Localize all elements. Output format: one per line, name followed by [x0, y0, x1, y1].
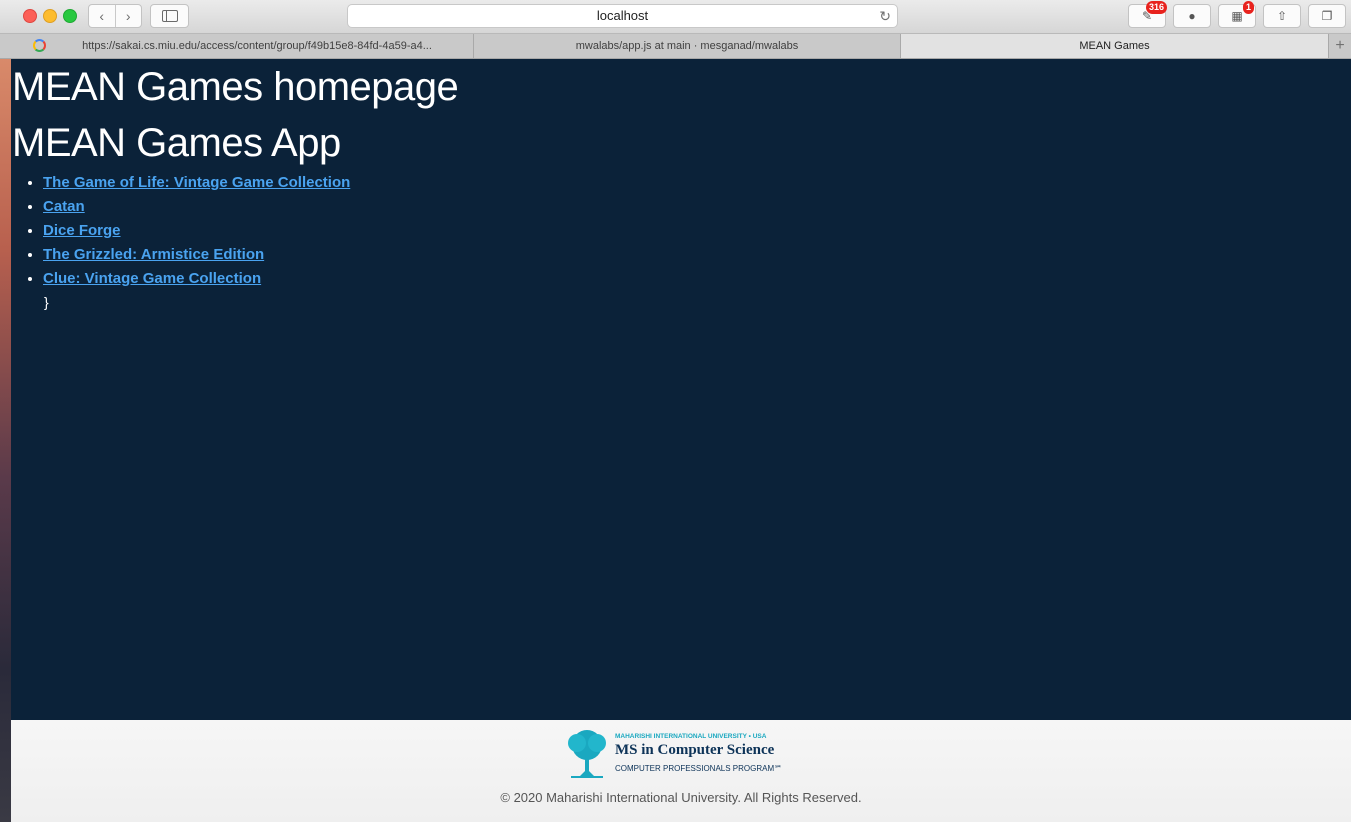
- navigation-buttons: ‹ ›: [88, 4, 142, 28]
- browser-window: ‹ › localhost ↻ ✎ 316 ● ▦ 1 ⇧ ❐ https://…: [0, 0, 1351, 822]
- game-link[interactable]: Clue: Vintage Game Collection: [43, 270, 261, 287]
- games-list: The Game of Life: Vintage Game Collectio…: [11, 171, 1351, 291]
- sidebar-toggle-button[interactable]: [150, 4, 189, 28]
- share-icon: ⇧: [1276, 9, 1288, 23]
- page-footer: MAHARISHI INTERNATIONAL UNIVERSITY • USA…: [11, 720, 1351, 822]
- maximize-window-button[interactable]: [63, 9, 77, 23]
- page-content: MEAN Games homepage MEAN Games App The G…: [11, 59, 1351, 720]
- list-item: Dice Forge: [43, 219, 1351, 243]
- chevron-right-icon: ›: [125, 8, 131, 24]
- app-title: MEAN Games App: [12, 121, 341, 165]
- extension-badge: 316: [1146, 1, 1168, 14]
- logo-university-text: MAHARISHI INTERNATIONAL UNIVERSITY • USA: [615, 733, 767, 740]
- gift-extension-button[interactable]: ▦ 1: [1218, 1, 1256, 28]
- close-window-button[interactable]: [23, 9, 37, 23]
- extension-button[interactable]: ✎ 316: [1128, 1, 1168, 28]
- chevron-left-icon: ‹: [99, 8, 105, 24]
- tab-bar: https://sakai.cs.miu.edu/access/content/…: [0, 34, 1351, 59]
- google-favicon-icon: [33, 39, 46, 52]
- reload-icon[interactable]: ↻: [879, 5, 891, 27]
- minimize-window-button[interactable]: [43, 9, 57, 23]
- tab-mean-games[interactable]: MEAN Games: [901, 34, 1329, 58]
- stray-brace-text: }: [44, 294, 49, 310]
- list-item: The Grizzled: Armistice Edition: [43, 243, 1351, 267]
- browser-toolbar: ‹ › localhost ↻ ✎ 316 ● ▦ 1 ⇧ ❐: [0, 0, 1351, 34]
- plus-icon: +: [1335, 37, 1345, 54]
- tab-label: https://sakai.cs.miu.edu/access/content/…: [82, 40, 432, 52]
- tab-github[interactable]: mwalabs/app.js at main · mesganad/mwalab…: [474, 34, 901, 58]
- tab-sakai[interactable]: https://sakai.cs.miu.edu/access/content/…: [11, 34, 474, 58]
- tab-overview-button[interactable]: ❐: [1308, 4, 1346, 28]
- game-link[interactable]: Catan: [43, 198, 85, 215]
- list-item: Catan: [43, 195, 1351, 219]
- list-item: Clue: Vintage Game Collection: [43, 267, 1351, 291]
- chat-extension-button[interactable]: ●: [1173, 4, 1211, 28]
- game-link[interactable]: Dice Forge: [43, 222, 121, 239]
- new-tab-button[interactable]: +: [1329, 34, 1351, 58]
- sidebar-icon: [161, 10, 178, 22]
- university-logo: MAHARISHI INTERNATIONAL UNIVERSITY • USA…: [563, 727, 813, 779]
- page-heading: MEAN Games homepage: [12, 65, 459, 109]
- chat-bubble-icon: ●: [1188, 9, 1196, 23]
- game-link[interactable]: The Game of Life: Vintage Game Collectio…: [43, 174, 350, 191]
- address-bar[interactable]: localhost ↻: [347, 4, 898, 28]
- game-link[interactable]: The Grizzled: Armistice Edition: [43, 246, 264, 263]
- list-item: The Game of Life: Vintage Game Collectio…: [43, 171, 1351, 195]
- tree-logo-icon: [568, 730, 606, 778]
- tab-label: mwalabs/app.js at main · mesganad/mwalab…: [575, 40, 799, 52]
- gift-badge: 1: [1243, 1, 1255, 14]
- gift-icon: ▦: [1231, 9, 1243, 23]
- tabs-icon: ❐: [1321, 9, 1333, 23]
- back-button[interactable]: ‹: [89, 5, 116, 27]
- share-button[interactable]: ⇧: [1263, 4, 1301, 28]
- logo-subtitle-text: COMPUTER PROFESSIONALS PROGRAM℠: [615, 764, 783, 773]
- tab-label: MEAN Games: [1079, 40, 1150, 52]
- forward-button[interactable]: ›: [116, 5, 142, 27]
- copyright-text: © 2020 Maharishi International Universit…: [500, 790, 862, 805]
- logo-program-text: MS in Computer Science: [615, 742, 775, 758]
- url-text: localhost: [596, 8, 649, 23]
